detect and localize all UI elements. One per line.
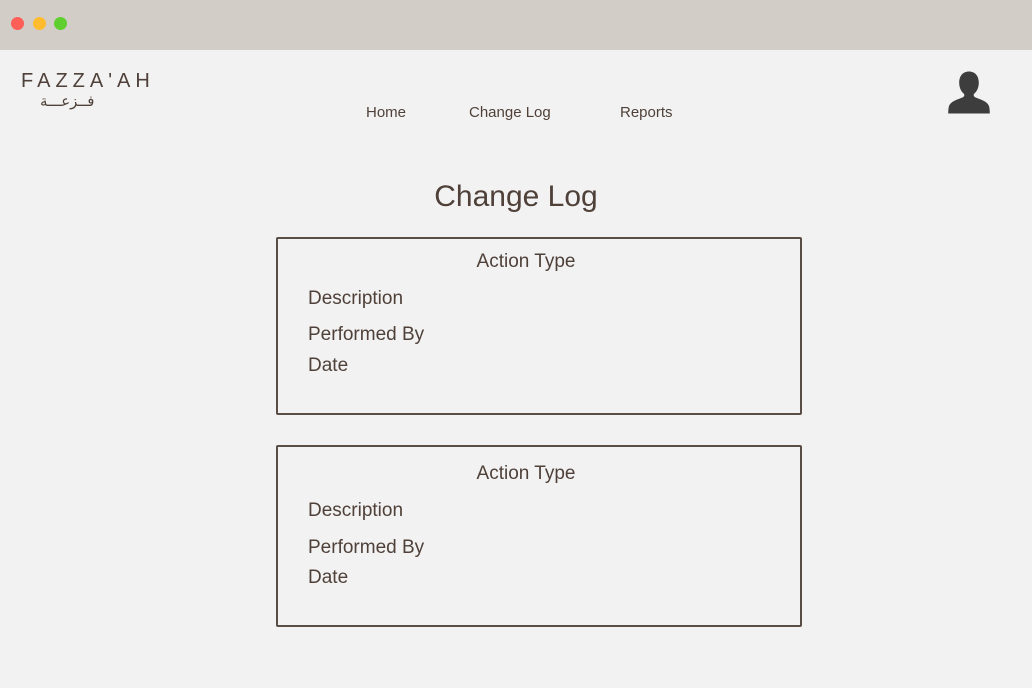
- main-nav: Home Change Log Reports: [0, 104, 1032, 124]
- log-entry-description: Description: [308, 500, 404, 521]
- log-entry-action-type: Action Type: [476, 251, 576, 272]
- log-entry-card: Action Type Description Performed By Dat…: [276, 445, 802, 627]
- log-entry-description: Description: [308, 288, 404, 309]
- window-titlebar: [0, 0, 1032, 50]
- window-close-button[interactable]: [11, 17, 24, 30]
- window-minimize-button[interactable]: [33, 17, 46, 30]
- nav-item-home[interactable]: Home: [366, 104, 406, 121]
- log-entry-date: Date: [308, 355, 349, 376]
- log-entry-performed-by: Performed By: [308, 537, 425, 558]
- log-entry-date: Date: [308, 567, 349, 588]
- brand-name-latin: FAZZA'AH: [21, 70, 155, 92]
- window-maximize-button[interactable]: [54, 17, 67, 30]
- nav-item-reports[interactable]: Reports: [620, 104, 673, 121]
- user-avatar-icon[interactable]: [946, 70, 992, 116]
- page-title: Change Log: [434, 180, 598, 213]
- log-entry-card: Action Type Description Performed By Dat…: [276, 237, 802, 415]
- nav-item-change-log[interactable]: Change Log: [469, 104, 551, 121]
- log-entry-action-type: Action Type: [476, 463, 576, 484]
- user-silhouette-icon: [948, 71, 990, 114]
- log-entry-performed-by: Performed By: [308, 324, 425, 345]
